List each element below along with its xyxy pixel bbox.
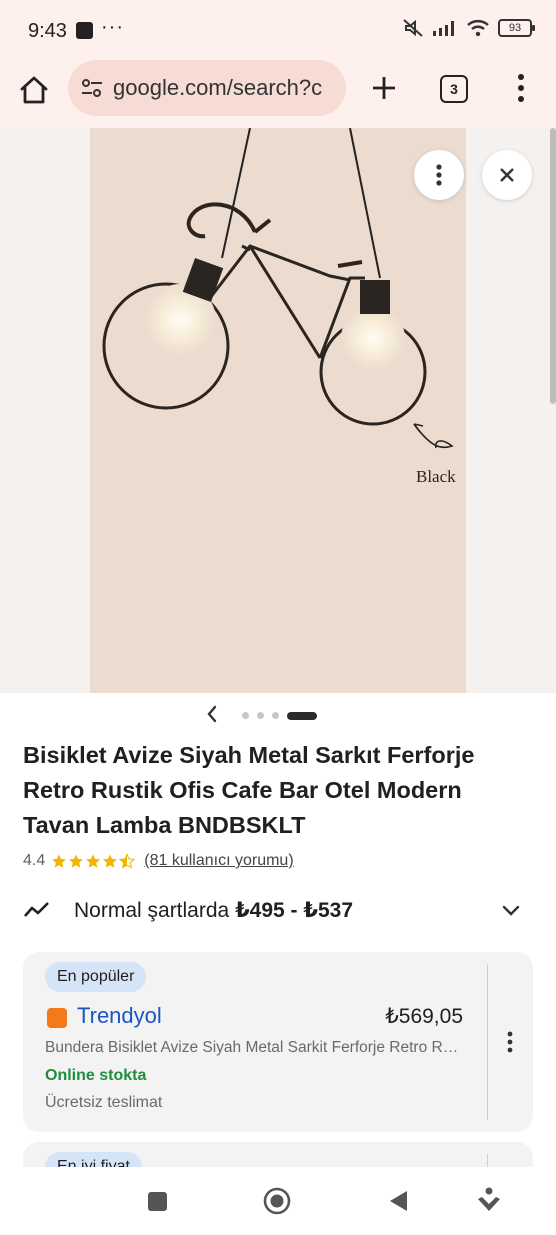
offer-description: Bundera Bisiklet Avize Siyah Metal Sarki… (45, 1039, 465, 1056)
reviews-link[interactable]: (81 kullanıcı yorumu) (144, 852, 293, 870)
offer-card[interactable]: En popüler Trendyol ₺569,05 Bundera Bisi… (23, 952, 533, 1132)
rating-stars (51, 853, 136, 869)
rating-row: 4.4 (81 kullanıcı yorumu) (23, 850, 294, 872)
carousel-dot-active[interactable] (287, 712, 317, 720)
site-settings-icon[interactable] (80, 76, 104, 100)
carousel-dot[interactable] (242, 712, 249, 719)
battery-indicator: 93 (498, 19, 535, 37)
offer-price: ₺569,05 (385, 1005, 463, 1028)
card-divider (487, 964, 488, 1120)
product-title: Bisiklet Avize Siyah Metal Sarkıt Ferfor… (23, 742, 475, 838)
product-image[interactable]: Black (90, 128, 466, 693)
assistant-icon[interactable] (476, 1187, 502, 1215)
more-vert-icon[interactable] (503, 1030, 517, 1054)
mute-icon (403, 19, 423, 37)
image-viewer: Black (0, 128, 556, 693)
stock-status: Online stokta (45, 1067, 147, 1084)
more-vert-icon (436, 164, 442, 186)
store-link[interactable]: Trendyol (77, 1003, 162, 1029)
address-bar[interactable]: google.com/search?c (68, 60, 346, 116)
star-icon (69, 854, 84, 868)
carousel-dot[interactable] (272, 712, 279, 719)
chevron-left-icon[interactable] (204, 704, 220, 724)
star-icon (52, 854, 67, 868)
price-range-label: Normal şartlarda ₺495 - ₺537 (74, 898, 353, 923)
back-button[interactable] (387, 1189, 409, 1213)
trendyol-logo-icon (47, 1008, 67, 1028)
notification-app-icon (76, 22, 93, 39)
home-icon[interactable] (16, 72, 52, 108)
star-icon (103, 854, 118, 868)
shipping-info: Ücretsiz teslimat (45, 1094, 163, 1111)
price-range-row[interactable]: Normal şartlarda ₺495 - ₺537 (23, 890, 533, 930)
star-icon (86, 854, 101, 868)
image-color-label: Black (416, 467, 456, 486)
more-notifications-icon: ··· (101, 16, 124, 38)
price-range-prefix: Normal şartlarda (74, 899, 236, 922)
status-icons: 93 (402, 18, 535, 38)
chevron-down-icon[interactable] (501, 900, 521, 920)
tab-switcher-button[interactable]: 3 (440, 75, 468, 103)
signal-icon (433, 21, 454, 36)
home-button[interactable] (263, 1187, 291, 1215)
status-time: 9:43 (28, 20, 67, 42)
new-tab-icon[interactable] (370, 74, 398, 102)
popular-badge: En popüler (45, 962, 147, 992)
url-text[interactable]: google.com/search?c (113, 75, 338, 101)
image-close-button[interactable] (482, 150, 532, 200)
carousel-dot[interactable] (257, 712, 264, 719)
price-trend-icon (24, 902, 49, 917)
status-bar: 9:43 ··· 93 (0, 0, 556, 60)
page-scrollbar[interactable] (550, 128, 556, 404)
image-carousel-indicator (0, 700, 556, 730)
half-star-icon (119, 853, 136, 869)
price-range-value: ₺495 - ₺537 (235, 899, 354, 922)
browser-toolbar: google.com/search?c 3 (0, 60, 556, 129)
recents-button[interactable] (148, 1192, 167, 1211)
more-options-icon[interactable] (514, 72, 528, 104)
rating-value: 4.4 (23, 852, 46, 869)
wifi-icon (467, 20, 489, 37)
close-icon (500, 168, 514, 182)
image-more-button[interactable] (414, 150, 464, 200)
system-navigation-bar (0, 1167, 556, 1235)
